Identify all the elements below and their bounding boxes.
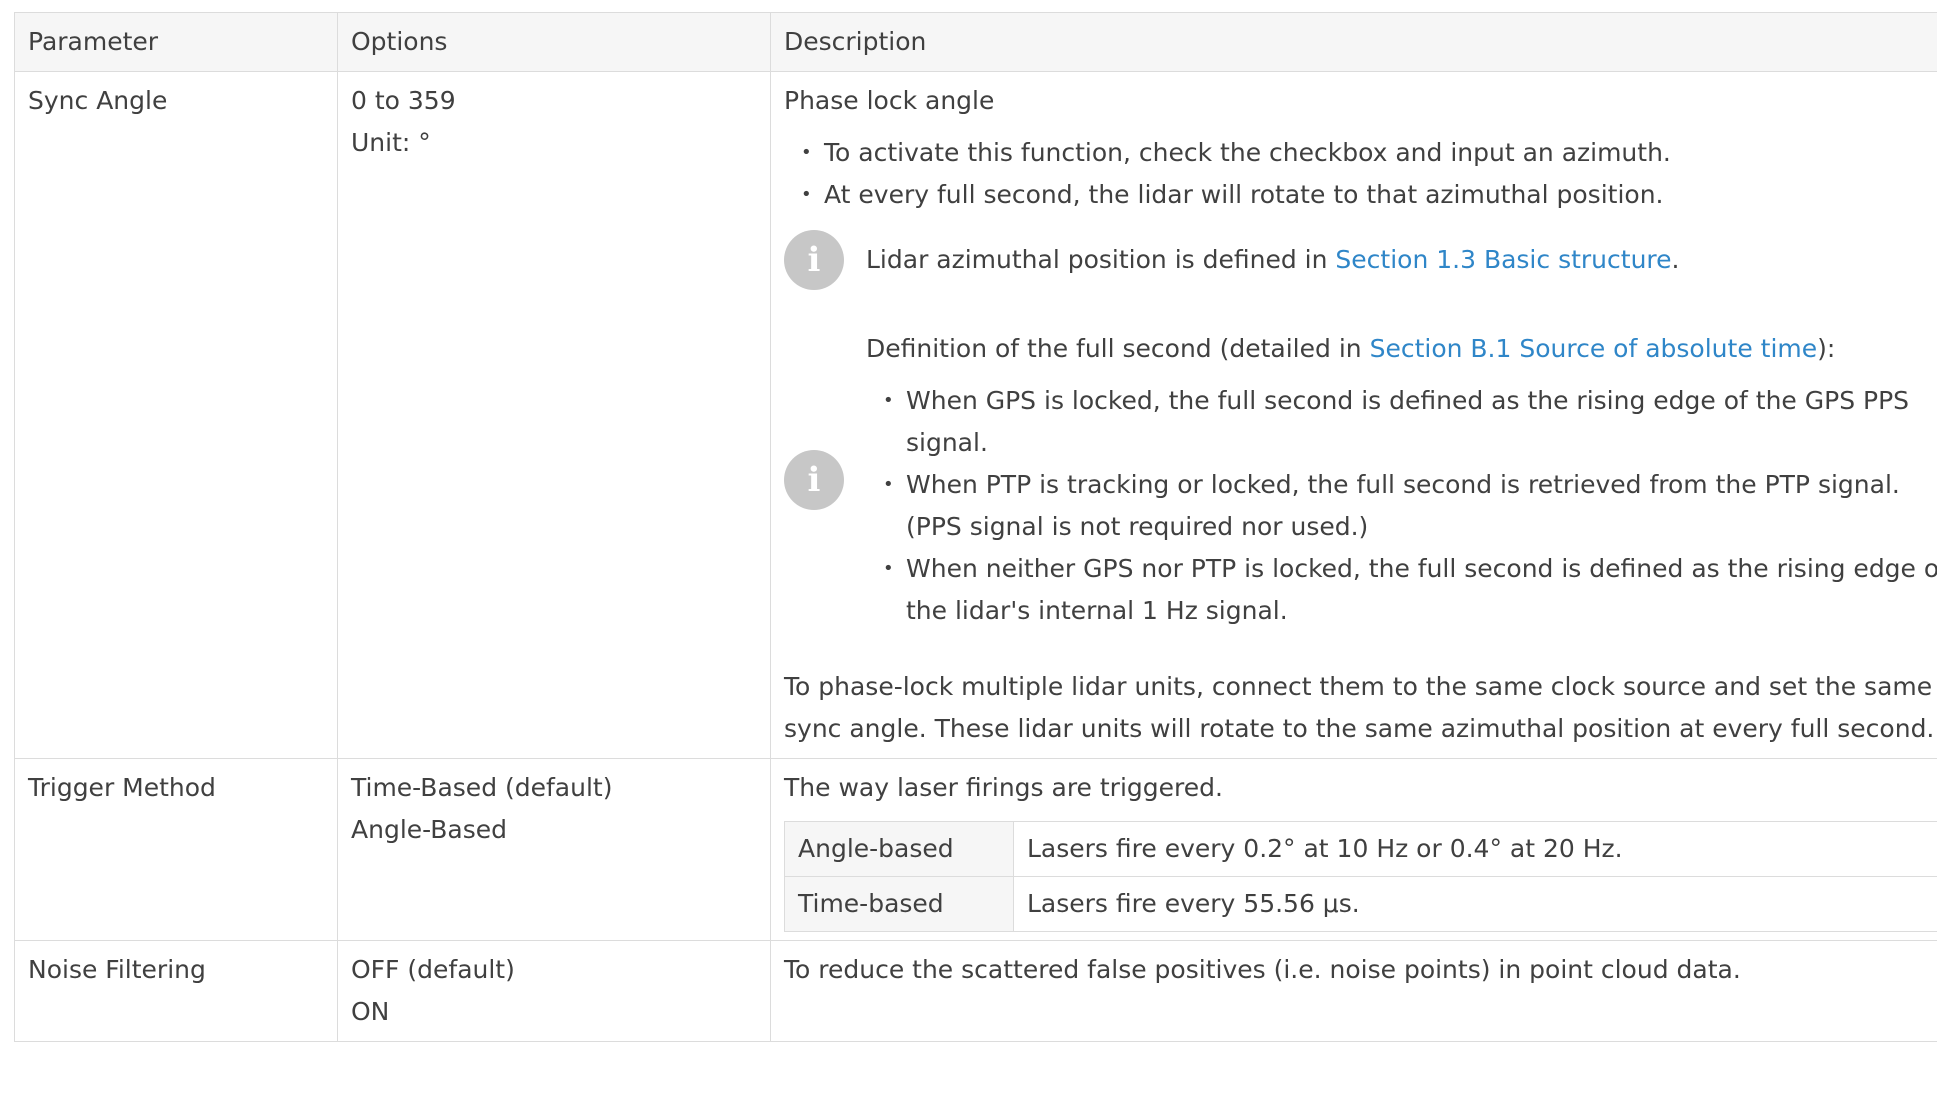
description-paragraph: To phase-lock multiple lidar units, conn… xyxy=(784,672,1935,743)
mode-name: Angle-based xyxy=(784,821,1014,877)
info-note: i Lidar azimuthal position is defined in… xyxy=(784,230,1937,290)
trigger-mode-table: Angle-based Lasers fire every 0.2° at 10… xyxy=(784,821,1937,932)
bullet-list: When GPS is locked, the full second is d… xyxy=(866,380,1937,632)
table-row: Angle-based Lasers fire every 0.2° at 10… xyxy=(784,821,1937,877)
description-cell: Phase lock angle To activate this functi… xyxy=(770,71,1937,759)
table-row-trigger-method: Trigger Method Time-Based (default) Angl… xyxy=(14,758,1937,941)
table-row-sync-angle: Sync Angle 0 to 359 Unit: ° Phase lock a… xyxy=(14,71,1937,759)
info-note-text: Lidar azimuthal position is defined in S… xyxy=(866,245,1680,274)
section-link-absolute-time[interactable]: Section B.1 Source of absolute time xyxy=(1370,334,1818,363)
parameter-table-wrapper: Parameter Options Description Sync Angle… xyxy=(14,12,1937,1042)
description-intro: The way laser firings are triggered. xyxy=(784,773,1223,802)
list-item: When neither GPS nor PTP is locked, the … xyxy=(883,548,1937,632)
table-header-row: Parameter Options Description xyxy=(14,12,1937,72)
table-row-noise-filtering: Noise Filtering OFF (default) ON To redu… xyxy=(14,940,1937,1042)
list-item: When GPS is locked, the full second is d… xyxy=(883,380,1937,464)
description-cell: To reduce the scattered false positives … xyxy=(770,940,1937,1042)
options-cell: Time-Based (default) Angle-Based xyxy=(337,758,771,941)
info-note-body: Definition of the full second (detailed … xyxy=(866,328,1937,632)
list-item: At every full second, the lidar will rot… xyxy=(801,174,1937,216)
options-cell: 0 to 359 Unit: ° xyxy=(337,71,771,759)
bullet-list: To activate this function, check the che… xyxy=(784,132,1937,216)
info-icon: i xyxy=(784,450,844,510)
param-cell: Trigger Method xyxy=(14,758,338,941)
option-value: ON xyxy=(351,997,390,1026)
mode-name: Time-based xyxy=(784,876,1014,932)
param-cell: Noise Filtering xyxy=(14,940,338,1042)
option-value: Time-Based (default) xyxy=(351,773,613,802)
options-cell: OFF (default) ON xyxy=(337,940,771,1042)
list-item: When PTP is tracking or locked, the full… xyxy=(883,464,1937,548)
header-description: Description xyxy=(770,12,1937,72)
parameter-table: Parameter Options Description Sync Angle… xyxy=(14,12,1937,1042)
info-note-full-second: i Definition of the full second (detaile… xyxy=(784,328,1937,632)
option-value: OFF (default) xyxy=(351,955,515,984)
option-value: 0 to 359 xyxy=(351,86,456,115)
info-icon: i xyxy=(784,230,844,290)
param-cell: Sync Angle xyxy=(14,71,338,759)
table-row: Time-based Lasers fire every 55.56 μs. xyxy=(784,876,1937,932)
header-options: Options xyxy=(337,12,771,72)
mode-description: Lasers fire every 55.56 μs. xyxy=(1013,876,1937,932)
description-cell: The way laser firings are triggered. Ang… xyxy=(770,758,1937,941)
list-item: To activate this function, check the che… xyxy=(801,132,1937,174)
header-parameter: Parameter xyxy=(14,12,338,72)
section-link-basic-structure[interactable]: Section 1.3 Basic structure xyxy=(1335,245,1671,274)
option-value: Unit: ° xyxy=(351,128,431,157)
info-note-heading: Definition of the full second (detailed … xyxy=(866,334,1836,363)
option-value: Angle-Based xyxy=(351,815,508,844)
mode-description: Lasers fire every 0.2° at 10 Hz or 0.4° … xyxy=(1013,821,1937,877)
description-intro: To reduce the scattered false positives … xyxy=(784,955,1741,984)
description-intro: Phase lock angle xyxy=(784,86,995,115)
